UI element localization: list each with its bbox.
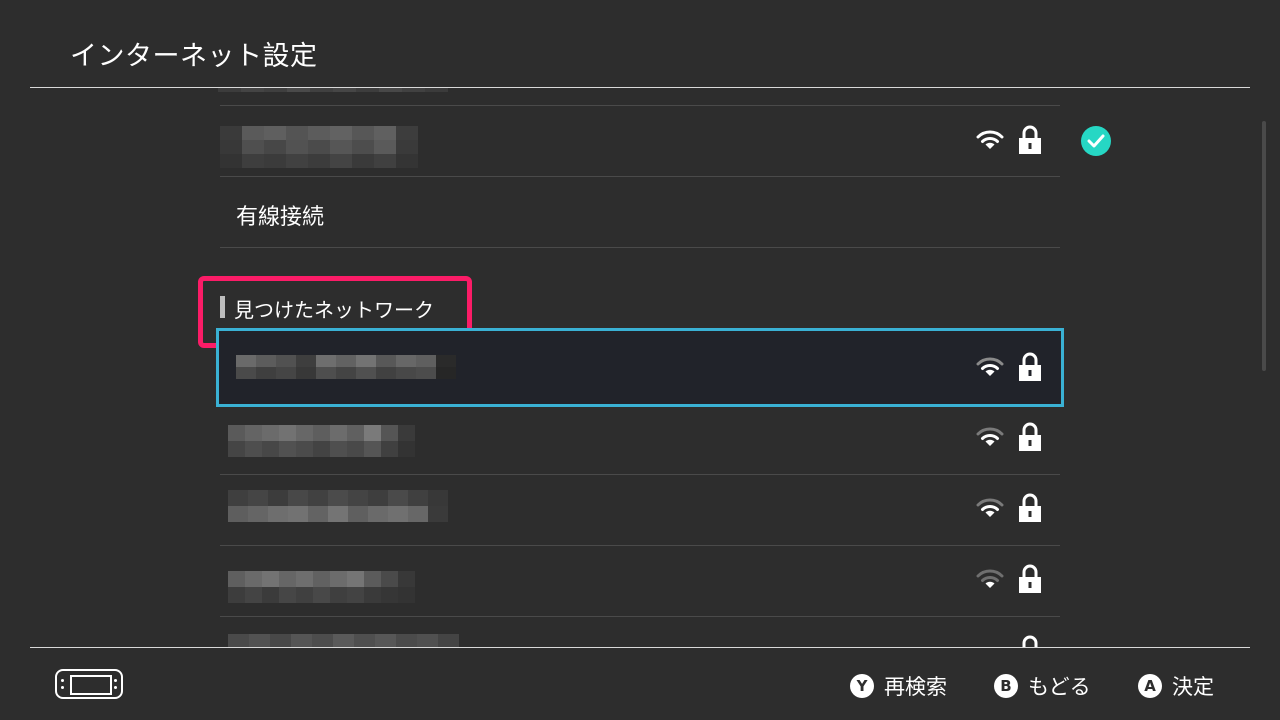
rescan-label: 再検索 xyxy=(884,675,947,699)
row-divider xyxy=(220,545,1060,546)
row-divider xyxy=(220,616,1060,617)
b-button-icon: B xyxy=(994,674,1018,698)
wifi-signal-icon xyxy=(976,130,1004,149)
wifi-signal-icon xyxy=(976,569,1004,588)
a-button-icon: A xyxy=(1138,674,1162,698)
lock-icon xyxy=(1019,493,1041,522)
lock-icon xyxy=(1019,422,1041,451)
blurred-network-name xyxy=(228,490,448,522)
wifi-signal-icon xyxy=(976,427,1004,446)
wifi-signal-icon xyxy=(976,357,1004,376)
connected-check-icon xyxy=(1081,126,1111,156)
lock-icon xyxy=(1019,564,1041,593)
handheld-console-icon xyxy=(55,669,123,699)
blurred-network-name xyxy=(228,634,459,647)
page-title: インターネット設定 xyxy=(70,41,318,72)
wifi-signal-icon xyxy=(976,498,1004,517)
blurred-network-name xyxy=(228,571,415,603)
row-divider xyxy=(220,247,1060,248)
network-list[interactable]: 有線接続 見つけたネットワーク xyxy=(0,88,1280,647)
blurred-network-name xyxy=(218,88,448,92)
y-button-icon: Y xyxy=(850,674,874,698)
rescan-hint[interactable]: Y 再検索 xyxy=(850,671,947,701)
row-divider xyxy=(220,474,1060,475)
row-divider xyxy=(220,176,1060,177)
wired-connection-item[interactable]: 有線接続 xyxy=(236,199,324,231)
back-label: もどる xyxy=(1028,675,1091,699)
blurred-network-name xyxy=(236,355,456,379)
lock-icon xyxy=(1019,352,1041,381)
lock-icon xyxy=(1019,125,1041,154)
row-divider xyxy=(220,105,1060,106)
lock-icon xyxy=(1022,635,1038,647)
blurred-network-name xyxy=(228,425,415,457)
blurred-network-name xyxy=(220,126,418,168)
back-hint[interactable]: B もどる xyxy=(994,671,1091,701)
scrollbar[interactable] xyxy=(1262,121,1266,371)
confirm-hint[interactable]: A 決定 xyxy=(1138,671,1214,701)
confirm-label: 決定 xyxy=(1172,675,1214,699)
footer-divider xyxy=(30,647,1250,648)
